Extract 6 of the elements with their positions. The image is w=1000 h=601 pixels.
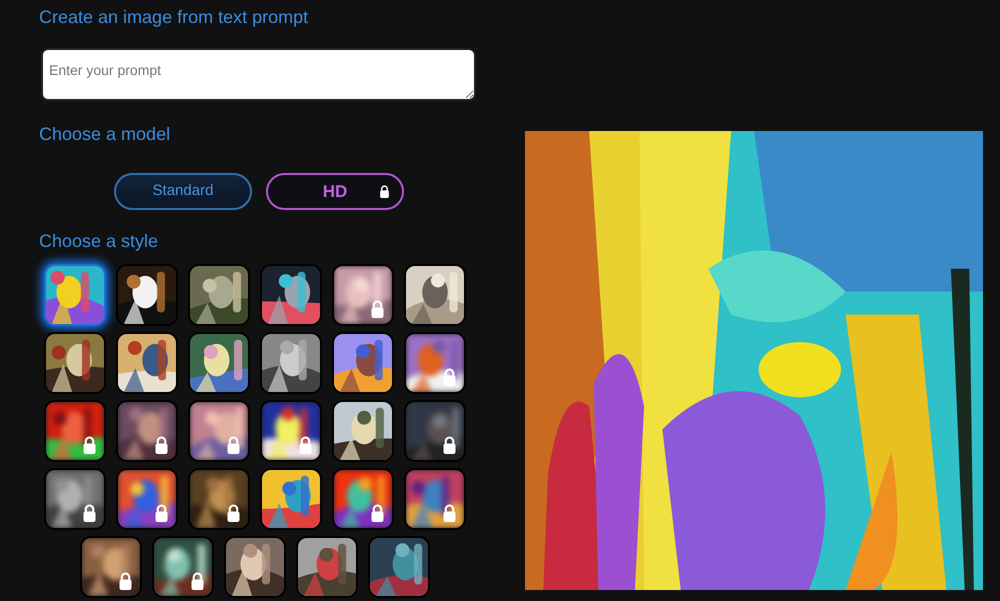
section-heading: Choose a style [39, 230, 160, 253]
model-button[interactable]: HD [266, 173, 404, 210]
section-heading: Create an image from text prompt [39, 6, 310, 29]
prompt-field[interactable]: Enter your prompt [41, 48, 476, 101]
section-heading: Choose a model [39, 123, 172, 146]
model-button[interactable]: Standard [114, 173, 252, 210]
